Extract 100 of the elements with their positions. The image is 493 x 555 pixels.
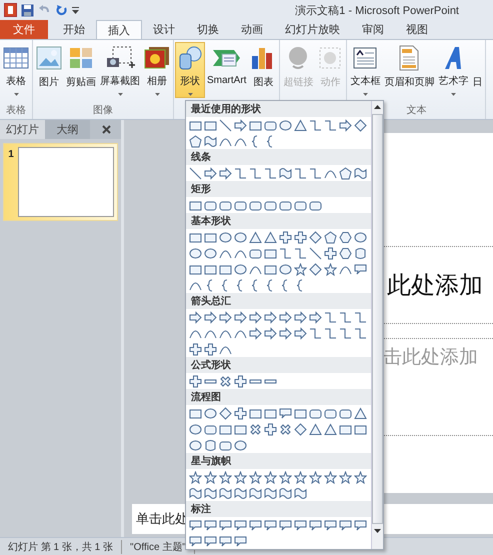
arrow-icon[interactable] [189,310,202,324]
oval-icon[interactable] [204,406,217,420]
connector-icon[interactable] [294,246,307,260]
rectangle-icon[interactable] [249,118,262,132]
ribbon-tab[interactable]: 文件 [0,20,48,39]
connector-icon[interactable] [234,166,247,180]
callout-icon[interactable] [219,518,232,532]
connector-icon[interactable] [309,118,322,132]
arrow-icon[interactable] [249,326,262,340]
arrow-icon[interactable] [219,166,232,180]
wave-icon[interactable] [204,486,217,500]
arrow-icon[interactable] [249,310,262,324]
redo-icon[interactable] [55,4,68,16]
triangle-icon[interactable] [264,230,277,244]
star-icon[interactable] [234,470,247,484]
cross-icon[interactable] [249,422,262,436]
connector-icon[interactable] [264,166,277,180]
rounded-rectangle-icon[interactable] [279,198,292,212]
rounded-rectangle-icon[interactable] [249,198,262,212]
rectangle-icon[interactable] [219,262,232,276]
star-icon[interactable] [294,470,307,484]
plus-icon[interactable] [234,406,247,420]
rectangle-icon[interactable] [264,406,277,420]
rectangle-icon[interactable] [264,246,277,260]
arrow-icon[interactable] [279,326,292,340]
ribbon-button[interactable]: 艺术字 [436,42,470,98]
ribbon-tab[interactable]: 动画 [230,20,274,39]
callout-icon[interactable] [234,518,247,532]
scroll-down-icon[interactable] [374,529,381,533]
oval-icon[interactable] [234,230,247,244]
callout-icon[interactable] [264,518,277,532]
callout-icon[interactable] [354,518,367,532]
scroll-up-icon[interactable] [374,105,381,109]
oval-icon[interactable] [204,246,217,260]
star-icon[interactable] [249,470,262,484]
cross-icon[interactable] [279,422,292,436]
ribbon-tab[interactable]: 幻灯片放映 [274,20,351,39]
oval-icon[interactable] [279,262,292,276]
ribbon-button[interactable]: 剪贴画 [64,42,98,98]
rounded-rectangle-icon[interactable] [264,198,277,212]
callout-icon[interactable] [294,518,307,532]
arrow-icon[interactable] [234,310,247,324]
rectangle-icon[interactable] [294,406,307,420]
cylinder-icon[interactable] [204,438,217,452]
wave-icon[interactable] [279,166,292,180]
connector-icon[interactable] [324,326,337,340]
rounded-rectangle-icon[interactable] [204,422,217,436]
star-icon[interactable] [219,470,232,484]
ribbon-tab[interactable]: 插入 [96,20,142,39]
star-icon[interactable] [204,470,217,484]
wave-icon[interactable] [264,486,277,500]
wave-icon[interactable] [294,486,307,500]
star-icon[interactable] [189,470,202,484]
callout-icon[interactable] [249,518,262,532]
triangle-icon[interactable] [309,422,322,436]
wave-icon[interactable] [279,486,292,500]
arrow-icon[interactable] [264,310,277,324]
diamond-icon[interactable] [294,422,307,436]
slide-thumbnail[interactable]: 1 [3,143,118,221]
star-icon[interactable] [339,470,352,484]
ribbon-tab[interactable]: 开始 [52,20,96,39]
callout-icon[interactable] [204,534,217,548]
rectangle-icon[interactable] [234,422,247,436]
scrollbar[interactable] [371,101,383,549]
ribbon-button[interactable]: 屏幕截图 [98,42,142,98]
ribbon-button[interactable]: 日 [470,42,484,98]
wave-icon[interactable] [249,486,262,500]
rectangle-icon[interactable] [219,422,232,436]
callout-icon[interactable] [309,518,322,532]
arrow-icon[interactable] [339,118,352,132]
ribbon-tab[interactable]: 切换 [186,20,230,39]
ribbon-tab[interactable]: 审阅 [351,20,395,39]
callout-icon[interactable] [204,518,217,532]
oval-icon[interactable] [189,422,202,436]
callout-icon[interactable] [279,406,292,420]
arrow-icon[interactable] [234,118,247,132]
rectangle-icon[interactable] [189,198,202,212]
star-icon[interactable] [324,470,337,484]
rectangle-icon[interactable] [189,118,202,132]
rectangle-icon[interactable] [339,422,352,436]
cross-icon[interactable] [219,374,232,388]
rectangle-icon[interactable] [189,406,202,420]
arrow-icon[interactable] [264,326,277,340]
ribbon-button[interactable]: 页眉和页脚 [382,42,436,98]
oval-icon[interactable] [189,438,202,452]
star-icon[interactable] [279,470,292,484]
callout-icon[interactable] [189,518,202,532]
arrow-icon[interactable] [294,310,307,324]
wave-icon[interactable] [234,486,247,500]
rectangle-icon[interactable] [189,262,202,276]
wave-icon[interactable] [219,486,232,500]
oval-icon[interactable] [219,230,232,244]
callout-icon[interactable] [189,534,202,548]
rectangle-icon[interactable] [249,406,262,420]
ribbon-button[interactable]: 表格 [1,42,31,98]
connector-icon[interactable] [354,310,367,324]
plus-icon[interactable] [264,422,277,436]
ribbon-tab[interactable]: 视图 [395,20,439,39]
callout-icon[interactable] [324,518,337,532]
triangle-icon[interactable] [324,422,337,436]
